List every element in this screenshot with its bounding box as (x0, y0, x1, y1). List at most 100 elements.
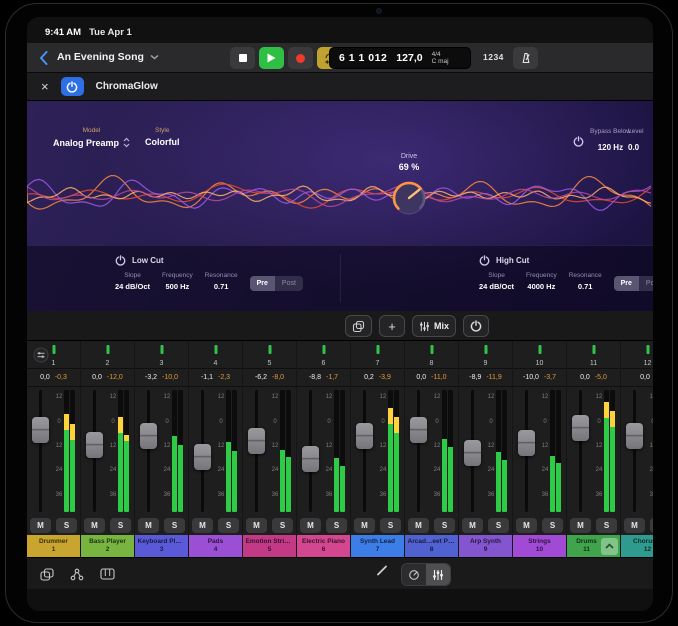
collapse-stack-button[interactable] (601, 538, 618, 555)
channel-strip[interactable]: 20,0-12,0120122436MSBass Player2 (81, 341, 134, 557)
bypass-below-control[interactable]: Bypass Below 120 Hz (573, 128, 631, 155)
channel-strip[interactable]: 5-6,2-8,0120122436MSEmotion Strings5 (243, 341, 296, 557)
plugin-power-button[interactable] (61, 77, 84, 96)
style-selector[interactable]: Style Colorful (145, 127, 180, 147)
model-selector[interactable]: Model Analog Preamp (53, 127, 130, 148)
controls-view-button[interactable] (402, 564, 426, 585)
stop-button[interactable] (230, 47, 255, 69)
track-name-tag[interactable]: Arcad…eet Pad8 (405, 535, 458, 557)
channel-strip[interactable]: 6-8,8-1,7120122436MSElectric Piano6 (297, 341, 350, 557)
mute-button[interactable]: M (462, 518, 483, 533)
track-name-tag[interactable]: Keyboard Player3 (135, 535, 188, 557)
channel-strip[interactable]: 3-3,2-10,0120122436MSKeyboard Player3 (135, 341, 188, 557)
high-cut-post-button[interactable]: Post (639, 276, 653, 291)
track-name-tag[interactable]: Drums11 (567, 535, 620, 557)
drive-knob[interactable] (389, 178, 429, 218)
channel-strip[interactable]: 9-8,9-11,9120122436MSArp Synth9 (459, 341, 512, 557)
record-button[interactable] (288, 47, 313, 69)
solo-button[interactable]: S (380, 518, 401, 533)
solo-button[interactable]: S (326, 518, 347, 533)
low-cut-pre-button[interactable]: Pre (250, 276, 275, 291)
mute-button[interactable]: M (30, 518, 51, 533)
high-cut-resonance[interactable]: Resonance 0.71 (569, 272, 602, 291)
track-name: Synth Lead (360, 538, 395, 546)
low-cut-slope[interactable]: Slope 24 dB/Oct (115, 272, 150, 291)
low-cut-frequency[interactable]: Frequency 500 Hz (162, 272, 193, 291)
low-cut-power-icon[interactable] (115, 255, 126, 266)
fader-handle[interactable] (356, 423, 373, 449)
fader-handle[interactable] (626, 423, 643, 449)
channel-strip[interactable]: 80,0-11,0120122436MSArcad…eet Pad8 (405, 341, 458, 557)
lcd-display[interactable]: 6 1 1 012 127,0 4/4 C maj (329, 47, 471, 69)
back-button[interactable] (39, 51, 48, 70)
mixer-options-icon[interactable] (33, 347, 49, 368)
channel-strip[interactable]: 4-1,1-2,3120122436MSPads4 (189, 341, 242, 557)
solo-button[interactable]: S (164, 518, 185, 533)
mute-button[interactable]: M (246, 518, 267, 533)
channel-strip[interactable]: 10-10,0-3,7120122436MSStrings10 (513, 341, 566, 557)
track-name-tag[interactable]: Strings10 (513, 535, 566, 557)
mute-button[interactable]: M (300, 518, 321, 533)
channel-strip[interactable]: 120,0120122436MSChorus V12 (621, 341, 653, 557)
high-cut-slope[interactable]: Slope 24 dB/Oct (479, 272, 514, 291)
solo-button[interactable]: S (56, 518, 77, 533)
high-cut-frequency[interactable]: Frequency 4000 Hz (526, 272, 557, 291)
track-name-tag[interactable]: Synth Lead7 (351, 535, 404, 557)
solo-button[interactable]: S (542, 518, 563, 533)
track-name-tag[interactable]: Emotion Strings5 (243, 535, 296, 557)
channel-strip[interactable]: 70,2-3,9120122436MSSynth Lead7 (351, 341, 404, 557)
solo-button[interactable]: S (488, 518, 509, 533)
mute-button[interactable]: M (516, 518, 537, 533)
channel-power-button[interactable] (463, 315, 489, 337)
solo-button[interactable]: S (110, 518, 131, 533)
fader-handle[interactable] (248, 428, 265, 454)
fader-handle[interactable] (86, 432, 103, 458)
metronome-button[interactable] (513, 47, 538, 69)
play-button[interactable] (259, 47, 284, 69)
channel-strip[interactable]: 10,0-0,3120122436MSDrummer1 (27, 341, 80, 557)
level-control[interactable]: Level 0.0 (628, 128, 653, 155)
solo-button[interactable]: S (434, 518, 455, 533)
channel-strip[interactable]: 110,0-5,0120122436MSDrums11 (567, 341, 620, 557)
fader-handle[interactable] (32, 417, 49, 443)
fader-handle[interactable] (194, 444, 211, 470)
mute-button[interactable]: M (138, 518, 159, 533)
fader-handle[interactable] (140, 423, 157, 449)
close-plugin-button[interactable]: × (41, 80, 49, 93)
high-cut-pre-button[interactable]: Pre (614, 276, 639, 291)
track-name-tag[interactable]: Drummer1 (27, 535, 80, 557)
routing-button[interactable] (65, 562, 89, 586)
mute-button[interactable]: M (570, 518, 591, 533)
edit-mode-button[interactable] (375, 563, 389, 582)
fader-handle[interactable] (572, 415, 589, 441)
track-name-tag[interactable]: Chorus V12 (621, 535, 653, 557)
solo-button[interactable]: S (650, 518, 653, 533)
track-name-tag[interactable]: Arp Synth9 (459, 535, 512, 557)
fader-handle[interactable] (410, 417, 427, 443)
song-title-menu[interactable]: An Evening Song (57, 51, 159, 63)
solo-button[interactable]: S (272, 518, 293, 533)
solo-button[interactable]: S (218, 518, 239, 533)
mute-button[interactable]: M (192, 518, 213, 533)
mute-button[interactable]: M (354, 518, 375, 533)
mute-button[interactable]: M (624, 518, 645, 533)
fader-handle[interactable] (518, 430, 535, 456)
track-name-tag[interactable]: Pads4 (189, 535, 242, 557)
faders-view-button[interactable] (426, 564, 450, 585)
solo-button[interactable]: S (596, 518, 617, 533)
paste-settings-button[interactable] (345, 315, 372, 337)
keyboard-button[interactable] (95, 562, 119, 586)
mute-button[interactable]: M (84, 518, 105, 533)
fader-handle[interactable] (464, 440, 481, 466)
low-cut-post-button[interactable]: Post (275, 276, 303, 291)
add-track-button[interactable]: + (379, 315, 405, 337)
track-name-tag[interactable]: Bass Player2 (81, 535, 134, 557)
browser-button[interactable] (35, 562, 59, 586)
track-name-tag[interactable]: Electric Piano6 (297, 535, 350, 557)
high-cut-power-icon[interactable] (479, 255, 490, 266)
fader-handle[interactable] (302, 446, 319, 472)
low-cut-resonance[interactable]: Resonance 0.71 (205, 272, 238, 291)
mute-button[interactable]: M (408, 518, 429, 533)
count-in-button[interactable]: 1234 (483, 52, 504, 62)
mix-view-button[interactable]: Mix (412, 315, 456, 337)
